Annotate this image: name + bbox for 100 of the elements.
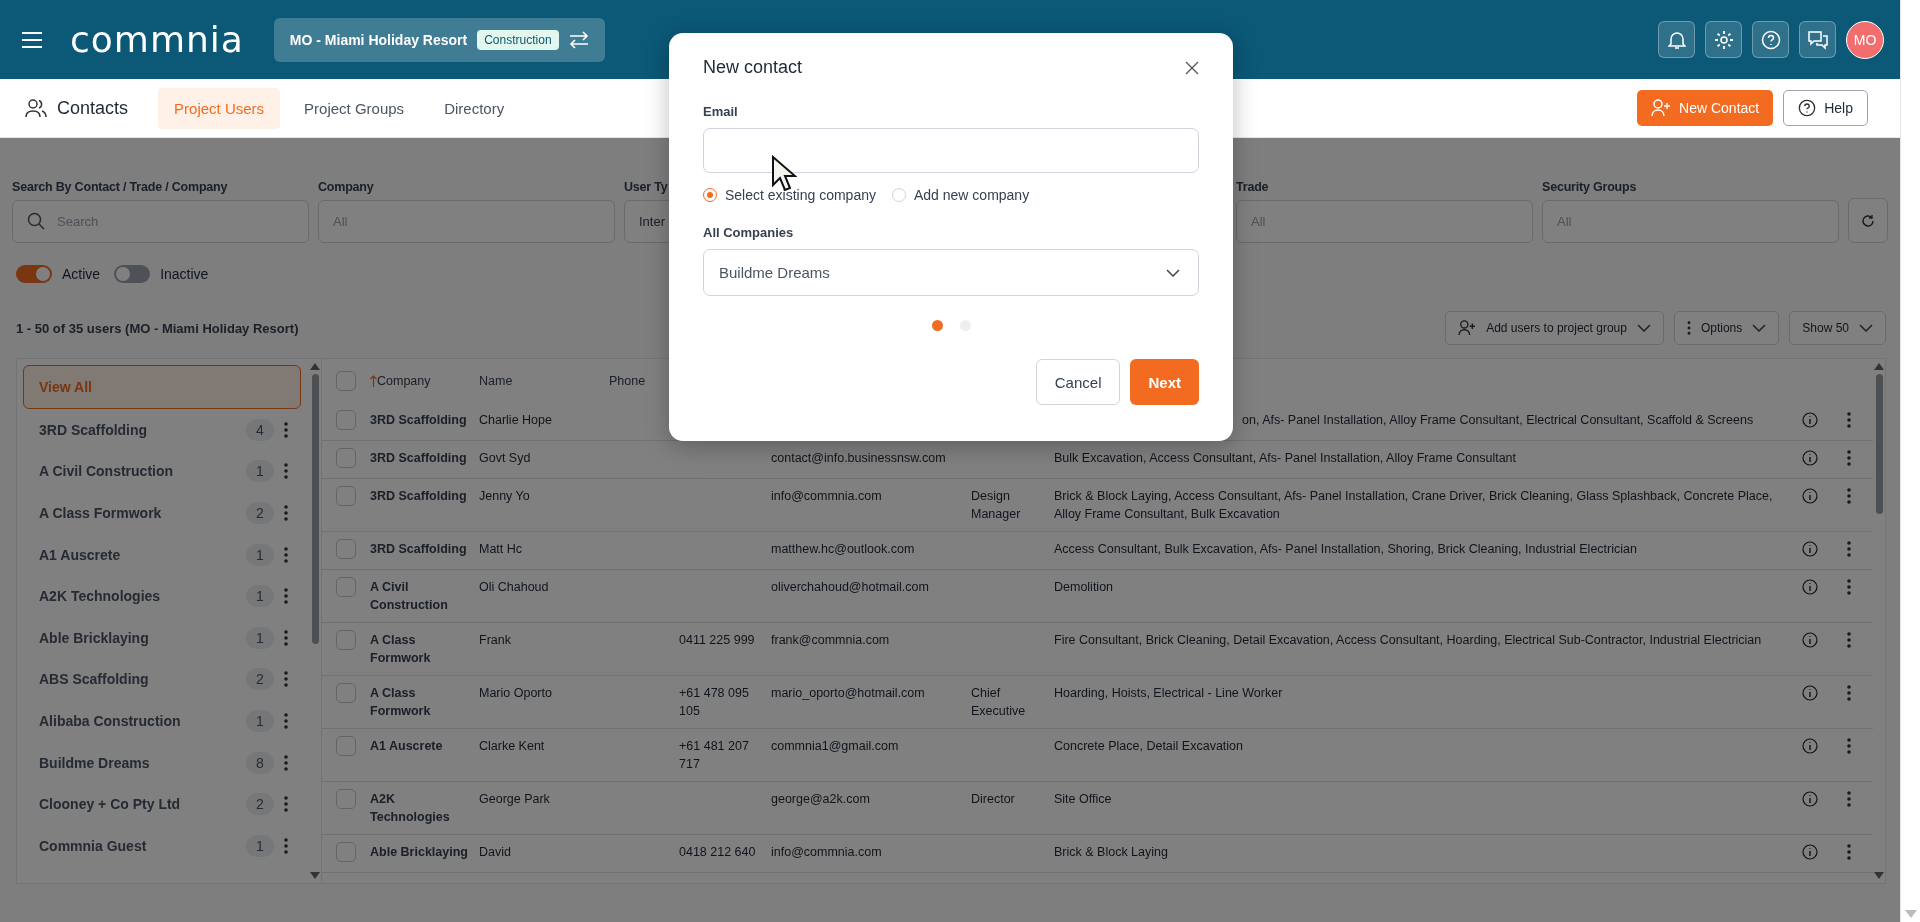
field-label: Email (703, 104, 739, 119)
more-options-icon[interactable] (1847, 450, 1851, 466)
more-options-icon[interactable] (1847, 738, 1851, 754)
more-options-icon[interactable] (284, 837, 288, 854)
email-cell: mario_oporto@hotmail.com (771, 686, 925, 700)
settings-icon (1713, 29, 1734, 50)
reset-filters-button[interactable] (1848, 198, 1888, 243)
more-options-icon[interactable] (284, 421, 288, 438)
more-options-icon[interactable] (284, 588, 288, 605)
email-cell: info@commnia.com (771, 845, 882, 859)
more-options-icon[interactable] (1847, 488, 1851, 504)
chevron-down-icon (1166, 268, 1180, 277)
info-icon[interactable] (1802, 738, 1818, 754)
more-options-icon[interactable] (1847, 579, 1851, 595)
help-button[interactable] (1752, 21, 1789, 58)
chat-button[interactable] (1799, 21, 1836, 58)
row-checkbox[interactable] (336, 448, 356, 468)
row-checkbox[interactable] (336, 789, 356, 809)
more-options-icon[interactable] (284, 629, 288, 646)
trades-cell: Brick & Block Laying, Access Consultant, Afs- Panel Installation, Crane Driver, Brick Cleaning, Glass Splashback, Concrete Place, Alloy Frame Consultant, Bulk Excavation (1054, 489, 1773, 521)
row-checkbox[interactable] (336, 683, 356, 703)
select-all-checkbox[interactable] (336, 371, 356, 391)
user-avatar[interactable]: MO (1846, 20, 1884, 59)
scrollbar-thumb[interactable] (1875, 374, 1883, 514)
more-options-icon[interactable] (284, 546, 288, 563)
row-checkbox[interactable] (336, 842, 356, 862)
company-mode-radio[interactable]: Add new company (891, 187, 1030, 203)
company-list-item[interactable]: A1 Auscrete 1 (23, 533, 301, 576)
row-checkbox[interactable] (336, 410, 356, 430)
add-to-group-button[interactable]: Add users to project group (1445, 311, 1664, 345)
dialog-title: New contact (703, 57, 803, 78)
info-icon[interactable] (1802, 579, 1818, 595)
more-options-icon[interactable] (284, 463, 288, 480)
nav-tab[interactable]: Project Groups (288, 87, 421, 129)
row-checkbox[interactable] (336, 736, 356, 756)
more-options-icon[interactable] (284, 712, 288, 729)
company-list-item[interactable]: Buildme Dreams 8 (23, 741, 301, 784)
toggle-switch[interactable] (114, 265, 151, 283)
scroll-up-icon[interactable] (1874, 363, 1884, 370)
help-button[interactable]: Help (1783, 90, 1868, 126)
more-options-icon[interactable] (284, 671, 288, 688)
info-icon[interactable] (1802, 844, 1818, 860)
more-options-icon[interactable] (284, 796, 288, 813)
company-list-item[interactable]: A2K Technologies 1 (23, 575, 301, 617)
more-options-icon[interactable] (1847, 844, 1851, 860)
info-icon[interactable] (1802, 412, 1818, 428)
project-selector[interactable]: MO - Miami Holiday Resort Construction (273, 17, 605, 62)
column-header[interactable]: Phone (609, 374, 646, 388)
next-button[interactable]: Next (1130, 359, 1199, 405)
scrollbar-thumb[interactable] (311, 374, 319, 644)
info-icon[interactable] (1802, 488, 1818, 504)
name-cell: Govt Syd (479, 451, 531, 465)
company-select[interactable]: Buildme Dreams (703, 249, 1199, 296)
cancel-button[interactable]: Cancel (1035, 359, 1121, 405)
company-list-item[interactable]: A Class Formwork 2 (23, 492, 301, 534)
company-list-item[interactable]: ABS Scaffolding 2 (23, 658, 301, 701)
info-icon[interactable] (1802, 450, 1818, 466)
more-options-icon[interactable] (1847, 541, 1851, 557)
toggle-switch[interactable] (16, 265, 52, 283)
company-cell: 3RD Scaffolding (370, 542, 467, 556)
settings-button[interactable] (1705, 21, 1742, 58)
more-options-icon[interactable] (1847, 632, 1851, 648)
company-list-item[interactable]: Able Bricklaying 1 (23, 616, 301, 659)
company-list-item[interactable]: Alibaba Construction 1 (23, 700, 301, 742)
company-cell: Able Bricklaying (370, 845, 468, 859)
company-list-item[interactable]: View All (23, 365, 301, 409)
row-checkbox[interactable] (336, 486, 356, 506)
row-checkbox[interactable] (336, 539, 356, 559)
company-list-item[interactable]: A Civil Construction 1 (23, 450, 301, 493)
company-list-item[interactable]: 3RD Scaffolding 4 (23, 409, 301, 451)
info-icon[interactable] (1802, 791, 1818, 807)
notifications-button[interactable] (1658, 21, 1695, 58)
row-checkbox[interactable] (336, 630, 356, 650)
info-icon[interactable] (1802, 632, 1818, 648)
scroll-down-icon[interactable] (310, 872, 320, 879)
more-options-icon[interactable] (1847, 791, 1851, 807)
email-input[interactable] (703, 128, 1199, 173)
options-button[interactable]: Options (1673, 311, 1780, 345)
page-title: Contacts (57, 97, 129, 119)
company-list-item[interactable]: Clooney + Co Pty Ltd 2 (23, 783, 301, 825)
more-options-icon[interactable] (1847, 685, 1851, 701)
more-options-icon[interactable] (1847, 412, 1851, 428)
page-size-select[interactable]: Show 50 (1789, 311, 1886, 345)
new-contact-button[interactable]: New Contact (1637, 90, 1774, 126)
menu-icon[interactable] (22, 31, 42, 48)
nav-tab[interactable]: Directory (428, 87, 521, 129)
filter-label: Security Groups (1542, 180, 1638, 194)
company-list-item[interactable]: Commnia Guest 1 (23, 824, 301, 867)
column-header[interactable]: Company (370, 374, 479, 388)
scroll-up-icon[interactable] (310, 363, 320, 370)
column-header[interactable]: Name (479, 374, 609, 388)
scroll-down-icon[interactable] (1874, 872, 1884, 879)
nav-tab[interactable]: Project Users (158, 87, 281, 129)
title-cell: Design Manager (971, 489, 1021, 521)
row-checkbox[interactable] (336, 577, 356, 597)
more-options-icon[interactable] (284, 754, 288, 771)
info-icon[interactable] (1802, 541, 1818, 557)
close-icon[interactable] (1185, 60, 1199, 75)
more-options-icon[interactable] (284, 505, 288, 521)
info-icon[interactable] (1802, 685, 1818, 701)
